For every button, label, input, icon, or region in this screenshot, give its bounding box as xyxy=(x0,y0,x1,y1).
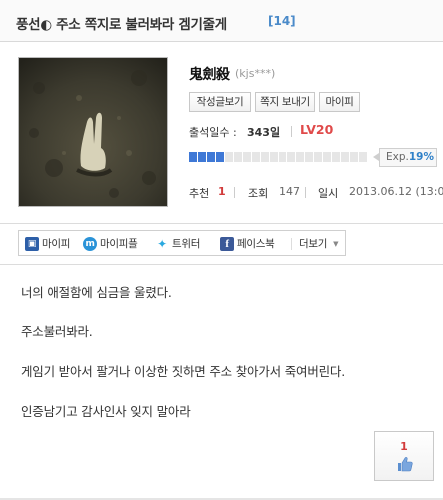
exp-segment-empty xyxy=(224,152,233,162)
exp-segment-empty xyxy=(296,152,305,162)
exp-segment-empty xyxy=(269,152,278,162)
exp-segment-filled xyxy=(206,152,215,162)
section-divider xyxy=(0,223,443,224)
profile-photo[interactable] xyxy=(18,57,168,207)
level-badge: LV20 xyxy=(300,122,334,137)
share-more-button[interactable]: 더보기 ▼ xyxy=(299,235,338,252)
facebook-icon: f xyxy=(220,236,234,251)
post-paragraph: 게임기 받아서 팔거나 이상한 짓하면 주소 찾아가서 죽여버린다. xyxy=(21,364,345,379)
exp-progress-bar xyxy=(189,152,368,162)
exp-tag: Exp.19% xyxy=(379,148,437,167)
mypi-button[interactable]: 마이피 xyxy=(319,92,360,112)
exp-segment-empty xyxy=(260,152,269,162)
exp-segment-empty xyxy=(350,152,359,162)
divider xyxy=(291,238,292,250)
exp-segment-empty xyxy=(305,152,314,162)
share-twitter-label: 트위터 xyxy=(172,238,201,250)
mypeople-icon: m xyxy=(83,236,97,251)
exp-value: 19% xyxy=(408,151,434,163)
exp-segment-empty xyxy=(314,152,323,162)
comment-count[interactable]: [14] xyxy=(268,14,296,28)
like-count: 1 xyxy=(400,440,408,453)
exp-label: Exp. xyxy=(386,151,409,163)
exp-segment-filled xyxy=(215,152,224,162)
exp-segment-empty xyxy=(332,152,341,162)
exp-segment-empty xyxy=(287,152,296,162)
twitter-icon: ✦ xyxy=(157,236,167,251)
share-more-label: 더보기 xyxy=(299,238,328,250)
date-label: 일시 xyxy=(318,187,339,200)
exp-segment-empty xyxy=(242,152,251,162)
send-message-button[interactable]: 쪽지 보내기 xyxy=(255,92,315,112)
share-facebook-label: 페이스북 xyxy=(237,238,275,250)
share-mypi-label: 마이피 xyxy=(42,238,71,250)
share-mypi-button[interactable]: ▣ 마이피 xyxy=(25,235,70,252)
exp-segment-filled xyxy=(197,152,206,162)
like-button[interactable]: 1 xyxy=(374,431,434,481)
exp-segment-empty xyxy=(359,152,368,162)
share-twitter-button[interactable]: ✦ 트위터 xyxy=(155,235,200,252)
exp-segment-empty xyxy=(341,152,350,162)
share-bar: ▣ 마이피 m 마이피플 ✦ 트위터 f 페이스북 더보기 ▼ xyxy=(18,230,346,256)
post-paragraph: 너의 애절함에 심금을 울렸다. xyxy=(21,285,172,300)
post-title-bar: 풍선◐ 주소 쪽지로 불러봐라 겜기줄게 [14] xyxy=(0,0,443,42)
exp-segment-empty xyxy=(233,152,242,162)
section-divider xyxy=(0,264,443,265)
exp-segment-empty xyxy=(251,152,260,162)
views-value: 147 xyxy=(279,185,300,198)
exp-segment-filled xyxy=(189,152,197,162)
recommend-value: 1 xyxy=(218,185,226,198)
post-paragraph: 인증남기고 감사인사 잊지 말아라 xyxy=(21,404,191,419)
post-title: 풍선◐ 주소 쪽지로 불러봐라 겜기줄게 xyxy=(16,17,227,33)
exp-segment-empty xyxy=(278,152,287,162)
divider xyxy=(234,187,235,198)
author-nickname[interactable]: 鬼劍殺 xyxy=(189,64,230,84)
mypi-icon: ▣ xyxy=(25,236,39,251)
chevron-down-icon: ▼ xyxy=(333,239,339,248)
recommend-label: 추천 xyxy=(189,187,210,200)
date-value: 2013.06.12 (13:01 xyxy=(349,185,443,198)
exp-segment-empty xyxy=(323,152,332,162)
divider xyxy=(305,187,306,198)
view-posts-button[interactable]: 작성글보기 xyxy=(189,92,251,112)
attendance-value: 343일 xyxy=(247,126,281,139)
post-paragraph: 주소불러봐라. xyxy=(21,324,93,339)
thumbs-up-icon xyxy=(398,457,413,472)
share-mypeople-label: 마이피플 xyxy=(100,238,138,250)
share-facebook-button[interactable]: f 페이스북 xyxy=(220,235,275,252)
share-mypeople-button[interactable]: m 마이피플 xyxy=(83,235,138,252)
author-id: (kjs***) xyxy=(235,67,276,80)
attendance-label: 출석일수 : xyxy=(189,126,237,139)
divider xyxy=(291,126,292,137)
views-label: 조회 xyxy=(248,187,269,200)
